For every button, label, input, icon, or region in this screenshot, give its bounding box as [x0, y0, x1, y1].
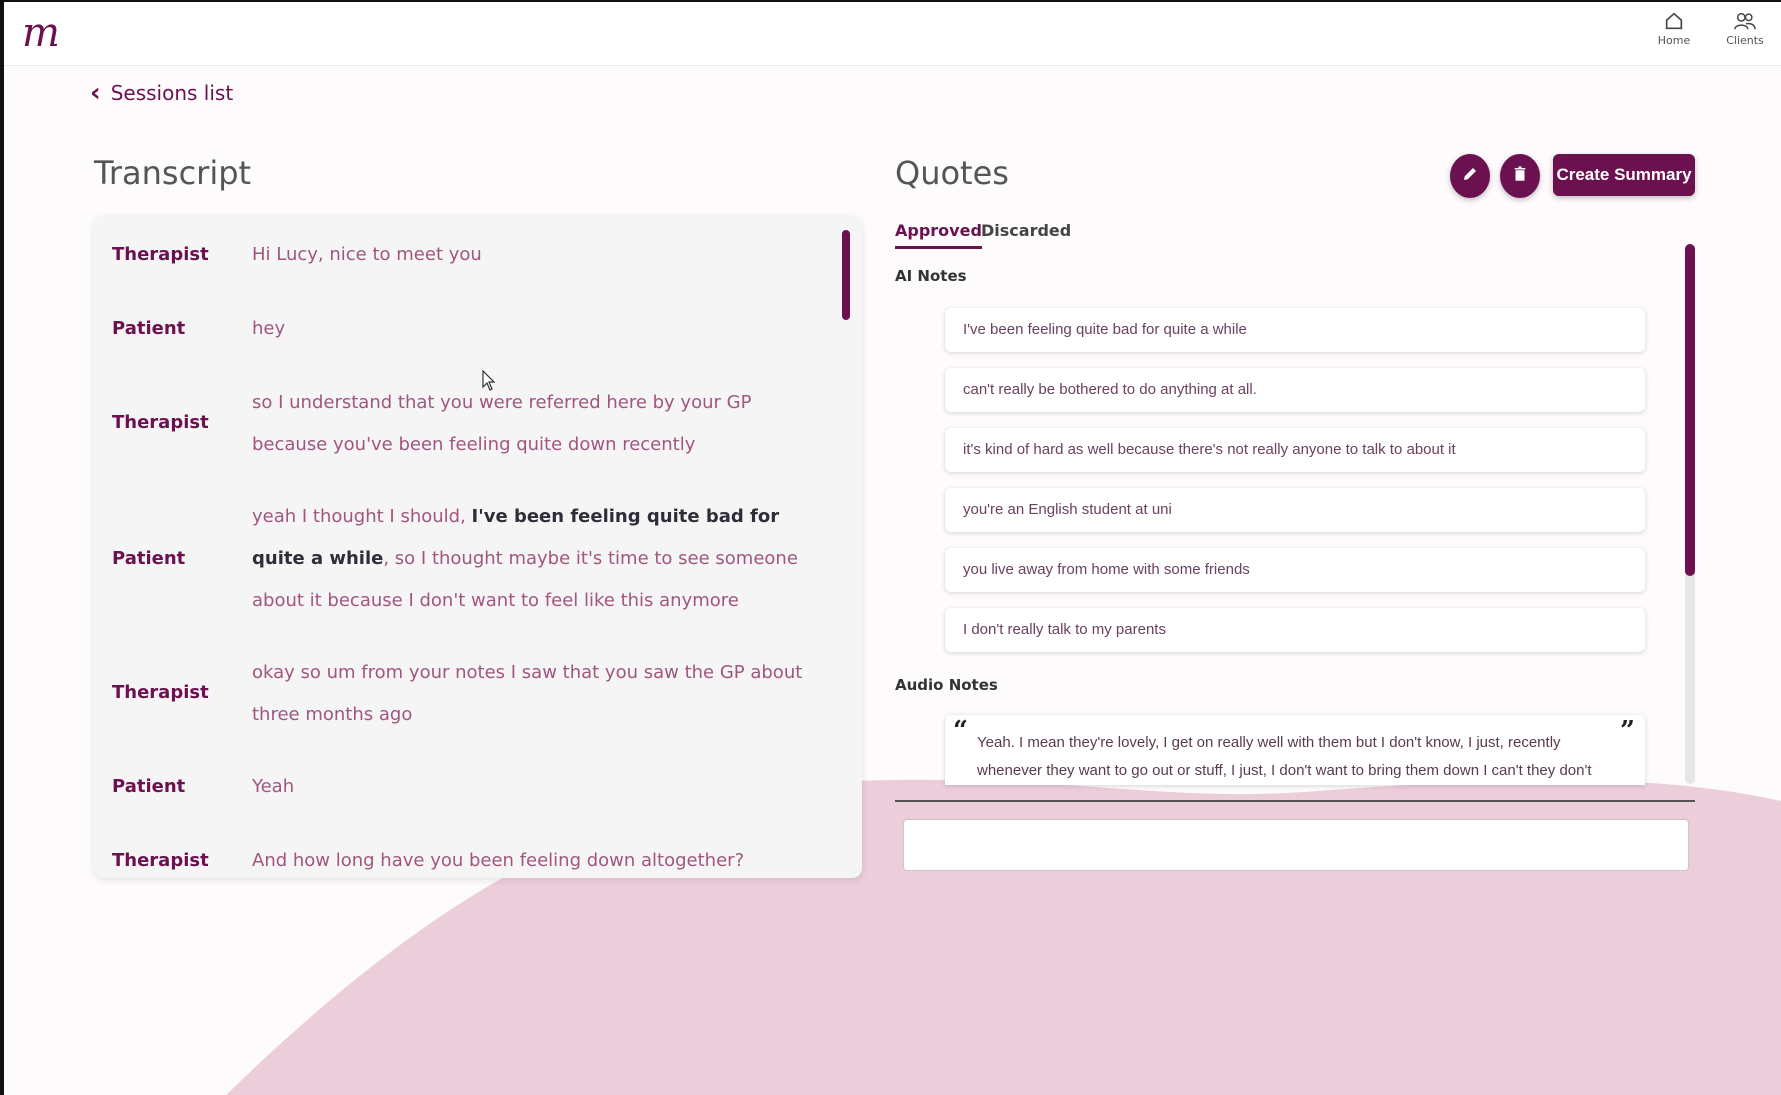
speaker-label: Patient: [112, 548, 186, 569]
utterance-text: And how long have you been feeling down …: [252, 850, 745, 871]
speaker-label: Therapist: [112, 244, 209, 265]
transcript-row: Patient Yeah: [94, 766, 834, 816]
pencil-icon: [1461, 165, 1479, 187]
utterance-text: Yeah: [252, 776, 295, 797]
ai-note-item[interactable]: you live away from home with some friend…: [945, 548, 1645, 592]
transcript-title: Transcript: [94, 154, 252, 192]
edit-button[interactable]: [1450, 154, 1490, 198]
transcript-row: Therapist okay so um from your notes I s…: [94, 652, 834, 742]
transcript-row: Therapist so I understand that you were …: [94, 382, 834, 472]
ai-note-item[interactable]: it's kind of hard as well because there'…: [945, 428, 1645, 472]
back-to-sessions-link[interactable]: ‹ Sessions list: [90, 80, 233, 106]
audio-notes-heading: Audio Notes: [895, 676, 998, 694]
nav-home-label: Home: [1657, 34, 1691, 47]
transcript-panel[interactable]: Therapist Hi Lucy, nice to meet you Pati…: [94, 216, 862, 878]
chevron-left-icon: ‹: [90, 78, 101, 108]
nav-clients-label: Clients: [1726, 34, 1764, 47]
speaker-label: Patient: [112, 318, 186, 339]
utterance-text-before: yeah I thought I should,: [252, 506, 472, 527]
transcript-row: Therapist And how long have you been fee…: [94, 840, 834, 878]
quote-open-icon: “: [953, 716, 968, 746]
transcript-row: Patient yeah I thought I should, I've be…: [94, 496, 834, 626]
speaker-label: Therapist: [112, 850, 209, 871]
quote-close-icon: ”: [1620, 716, 1635, 746]
ai-notes-heading: AI Notes: [895, 267, 967, 285]
nav-home[interactable]: Home: [1646, 10, 1702, 47]
app-logo[interactable]: m: [22, 10, 60, 56]
nav-clients[interactable]: Clients: [1717, 10, 1773, 47]
quotes-scrollbar-thumb[interactable]: [1685, 244, 1695, 576]
ai-note-item[interactable]: I've been feeling quite bad for quite a …: [945, 308, 1645, 352]
ai-note-item[interactable]: I don't really talk to my parents: [945, 608, 1645, 652]
utterance-text: hey: [252, 318, 286, 339]
app-window: m Home Clients ‹ Sessions list Transcrip…: [0, 0, 1781, 1095]
quotes-divider: [895, 800, 1695, 802]
ai-note-item[interactable]: can't really be bothered to do anything …: [945, 368, 1645, 412]
ai-note-item[interactable]: you're an English student at uni: [945, 488, 1645, 532]
speaker-label: Therapist: [112, 412, 209, 433]
speaker-label: Therapist: [112, 682, 209, 703]
top-bar: m Home Clients: [4, 2, 1781, 66]
transcript-row: Therapist Hi Lucy, nice to meet you: [94, 234, 834, 284]
create-summary-button[interactable]: Create Summary: [1553, 154, 1695, 196]
trash-icon: [1511, 165, 1529, 187]
home-icon: [1646, 10, 1702, 34]
quotes-title: Quotes: [895, 154, 1009, 192]
tab-approved[interactable]: Approved: [895, 221, 982, 249]
delete-button[interactable]: [1500, 154, 1540, 198]
audio-note-item[interactable]: “ Yeah. I mean they're lovely, I get on …: [945, 715, 1645, 785]
utterance-text: so I understand that you were referred h…: [252, 392, 752, 455]
transcript-scrollbar[interactable]: [842, 230, 850, 320]
back-label: Sessions list: [110, 81, 234, 105]
utterance-text: Hi Lucy, nice to meet you: [252, 244, 482, 265]
users-icon: [1717, 10, 1773, 34]
speaker-label: Patient: [112, 776, 186, 797]
transcript-row: Patient hey: [94, 308, 834, 358]
quote-input[interactable]: [903, 819, 1689, 871]
tab-discarded[interactable]: Discarded: [981, 221, 1071, 240]
audio-note-text: Yeah. I mean they're lovely, I get on re…: [977, 734, 1592, 779]
mouse-cursor-icon: [482, 370, 496, 391]
utterance-text: okay so um from your notes I saw that yo…: [252, 662, 803, 725]
utterance-text: yeah I thought I should, I've been feeli…: [252, 496, 812, 622]
